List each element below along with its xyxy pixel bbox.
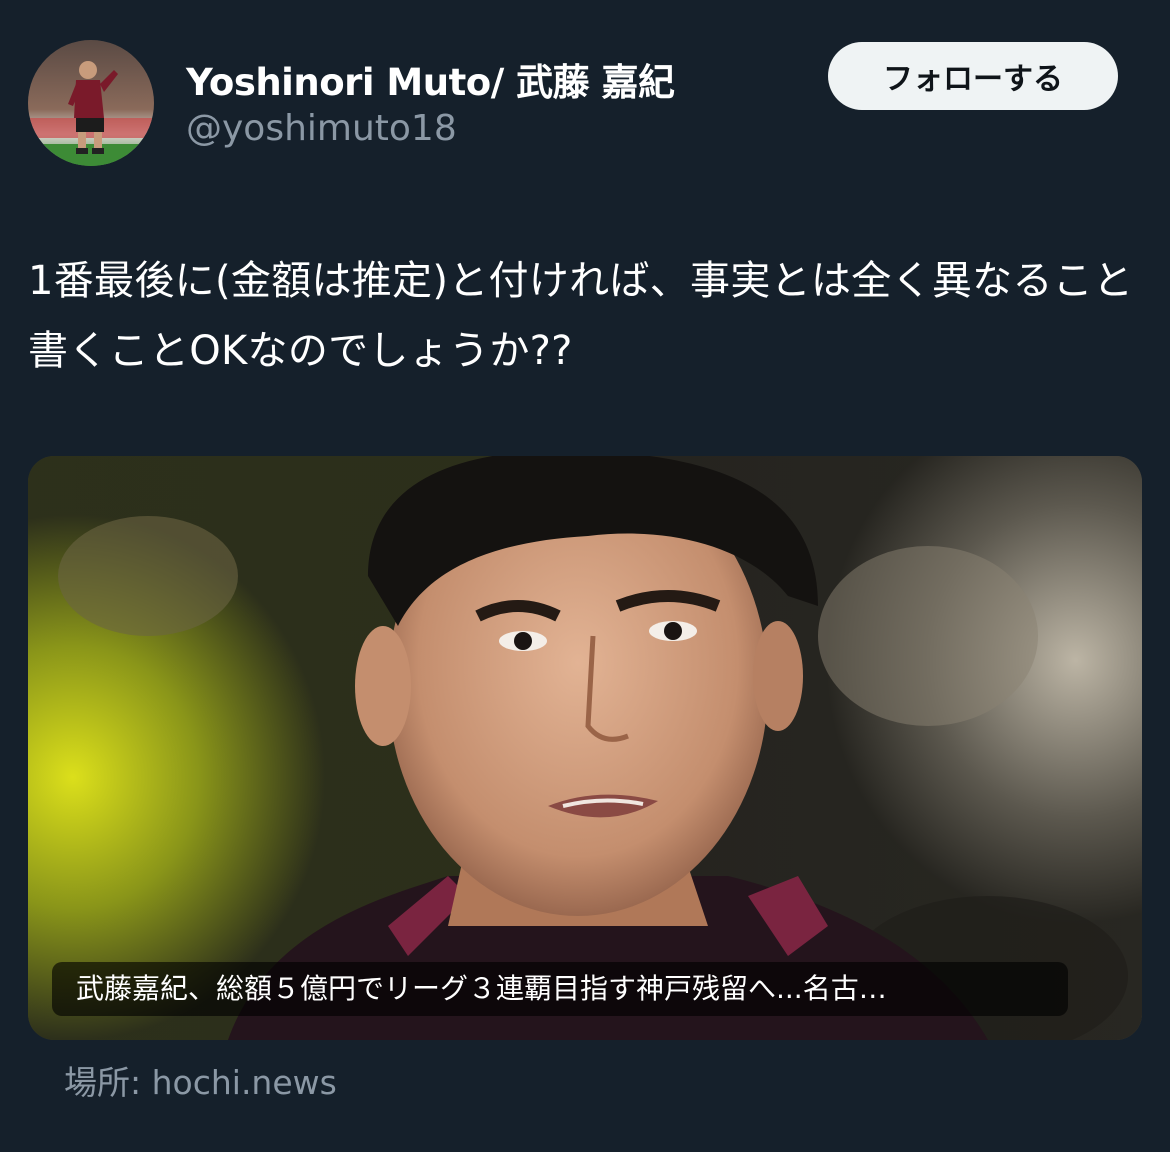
card-source[interactable]: 場所: hochi.news bbox=[64, 1056, 337, 1104]
display-name[interactable]: Yoshinori Muto/ 武藤 嘉紀 bbox=[186, 52, 675, 106]
user-handle[interactable]: @yoshimuto18 bbox=[186, 108, 457, 149]
avatar[interactable] bbox=[28, 40, 154, 166]
tweet-view: Yoshinori Muto/ 武藤 嘉紀 @yoshimuto18 フォローす… bbox=[0, 0, 1170, 1152]
follow-button[interactable]: フォローする bbox=[828, 42, 1118, 110]
card-headline[interactable]: 武藤嘉紀、総額５億円でリーグ３連覇目指す神戸残留へ...名古… bbox=[52, 962, 1068, 1016]
avatar-photo bbox=[28, 40, 154, 166]
card-image bbox=[28, 456, 1142, 1040]
link-card[interactable]: 武藤嘉紀、総額５億円でリーグ３連覇目指す神戸残留へ...名古… bbox=[28, 456, 1142, 1040]
tweet-text: 1番最後に(金額は推定)と付ければ、事実とは全く異なること書くことOKなのでしょ… bbox=[28, 258, 1134, 374]
